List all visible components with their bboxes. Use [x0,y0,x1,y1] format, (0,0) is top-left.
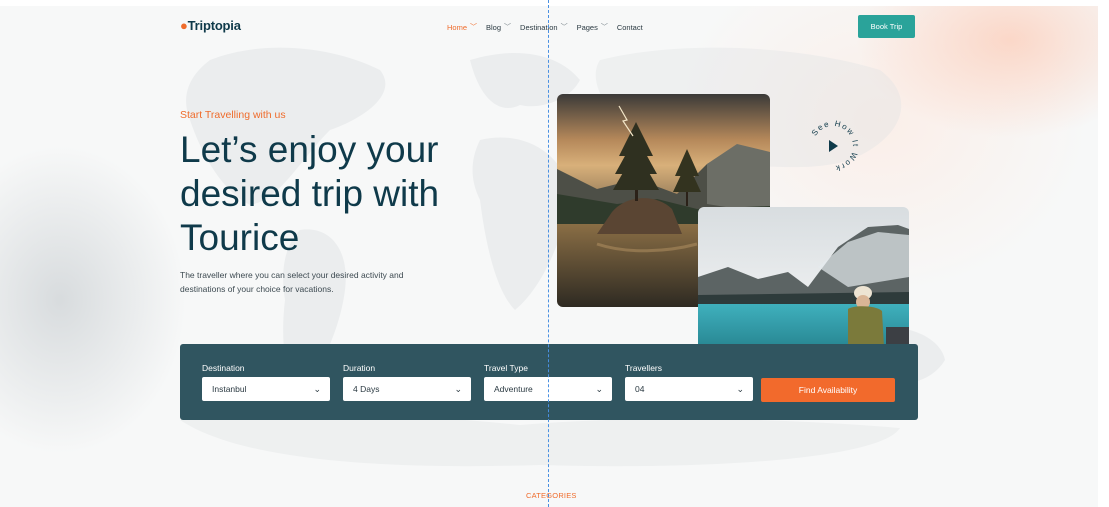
nav-item-blog[interactable]: Blog ﹀ [486,22,511,32]
nav-item-contact[interactable]: Contact [617,22,643,32]
select-value: 04 [635,384,645,394]
destination-select[interactable]: Instanbul ⌄ [202,377,330,401]
see-how-it-works-badge[interactable]: See How It Work [805,118,861,174]
select-value: 4 Days [353,384,380,394]
chevron-down-icon: ﹀ [560,24,568,31]
nav-item-home[interactable]: Home ﹀ [447,22,477,32]
field-label: Travellers [625,363,662,373]
chevron-down-icon: ﹀ [600,24,608,31]
duration-field: Duration 4 Days ⌄ [343,363,471,401]
headline-line: desired trip with [180,173,440,214]
nav-item-label: Contact [616,22,643,32]
categories-section-label: CATEGORIES [526,491,577,500]
travellers-select[interactable]: 04 ⌄ [625,377,753,401]
hero-headline: Let’s enjoy your desired trip with Touri… [180,128,510,260]
headline-line: Tourice [180,217,300,258]
select-value: Instanbul [212,384,247,394]
logo-mark-icon: ● [180,18,188,33]
brand-logo[interactable]: ●Triptopia [180,18,241,33]
chevron-down-icon: ⌄ [454,383,462,394]
layout-guide-line [548,0,549,507]
travellers-field: Travellers 04 ⌄ [625,363,753,401]
nav-item-label: Destination [520,22,558,32]
duration-select[interactable]: 4 Days ⌄ [343,377,471,401]
right-gutter [1098,0,1109,507]
destination-field: Destination Instanbul ⌄ [202,363,330,401]
nav-item-label: Pages [576,22,598,32]
select-value: Adventure [494,384,533,394]
chevron-down-icon: ⌄ [313,383,321,394]
chevron-down-icon: ⌄ [595,383,603,394]
chevron-down-icon: ﹀ [504,24,512,31]
field-label: Duration [343,363,376,373]
trip-search-panel: Destination Instanbul ⌄ Duration 4 Days … [180,344,918,420]
find-availability-button[interactable]: Find Availability [761,378,895,402]
logo-text: Triptopia [187,18,241,33]
headline-line: Let’s enjoy your [180,129,439,170]
world-map-background [180,47,945,467]
nav-item-label: Blog [486,22,502,32]
chevron-down-icon: ﹀ [470,24,478,31]
nav-item-pages[interactable]: Pages ﹀ [577,22,608,32]
play-icon [829,140,838,152]
page: ●Triptopia Home ﹀ Blog ﹀ Destination ﹀ P… [0,0,1098,507]
hero-description: The traveller where you can select your … [180,270,404,294]
nav-item-destination[interactable]: Destination ﹀ [520,22,568,32]
chevron-down-icon: ⌄ [736,383,744,394]
nav-item-label: Home [447,22,468,32]
book-trip-button[interactable]: Book Trip [858,15,915,38]
field-label: Destination [202,363,245,373]
main-nav: Home ﹀ Blog ﹀ Destination ﹀ Pages ﹀ Cont… [447,22,643,32]
hero-eyebrow: Start Travelling with us [180,109,286,121]
